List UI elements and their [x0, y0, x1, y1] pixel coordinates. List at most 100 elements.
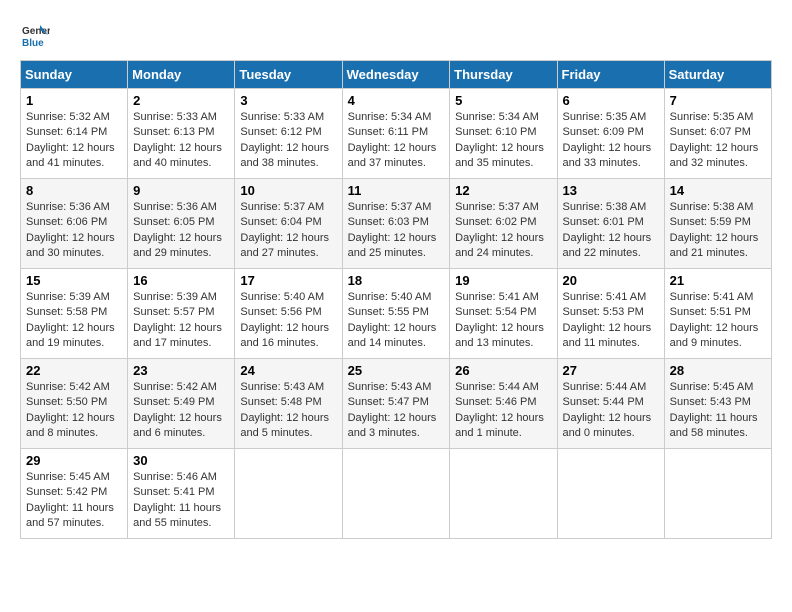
day-number: 13	[563, 183, 659, 198]
calendar-cell: 6 Sunrise: 5:35 AM Sunset: 6:09 PM Dayli…	[557, 89, 664, 179]
sunrise-label: Sunrise: 5:38 AM	[563, 201, 647, 213]
sunset-label: Sunset: 5:48 PM	[240, 396, 321, 408]
sunset-label: Sunset: 6:07 PM	[670, 126, 751, 138]
daylight-label: Daylight: 12 hours and 16 minutes.	[240, 322, 329, 349]
day-number: 10	[240, 183, 336, 198]
day-number: 24	[240, 363, 336, 378]
sunrise-label: Sunrise: 5:37 AM	[348, 201, 432, 213]
day-number: 9	[133, 183, 229, 198]
daylight-label: Daylight: 12 hours and 40 minutes.	[133, 142, 222, 169]
sunset-label: Sunset: 5:54 PM	[455, 306, 536, 318]
day-number: 19	[455, 273, 551, 288]
daylight-label: Daylight: 12 hours and 6 minutes.	[133, 412, 222, 439]
sunrise-label: Sunrise: 5:34 AM	[348, 111, 432, 123]
weekday-header-sunday: Sunday	[21, 61, 128, 89]
day-info: Sunrise: 5:40 AM Sunset: 5:56 PM Dayligh…	[240, 290, 336, 352]
daylight-label: Daylight: 12 hours and 24 minutes.	[455, 232, 544, 259]
day-number: 14	[670, 183, 766, 198]
daylight-label: Daylight: 12 hours and 41 minutes.	[26, 142, 115, 169]
sunrise-label: Sunrise: 5:40 AM	[240, 291, 324, 303]
calendar-cell: 3 Sunrise: 5:33 AM Sunset: 6:12 PM Dayli…	[235, 89, 342, 179]
sunrise-label: Sunrise: 5:35 AM	[670, 111, 754, 123]
daylight-label: Daylight: 12 hours and 3 minutes.	[348, 412, 437, 439]
sunset-label: Sunset: 5:42 PM	[26, 486, 107, 498]
calendar-week-2: 8 Sunrise: 5:36 AM Sunset: 6:06 PM Dayli…	[21, 179, 772, 269]
calendar-cell: 22 Sunrise: 5:42 AM Sunset: 5:50 PM Dayl…	[21, 359, 128, 449]
day-info: Sunrise: 5:46 AM Sunset: 5:41 PM Dayligh…	[133, 470, 229, 532]
day-info: Sunrise: 5:33 AM Sunset: 6:13 PM Dayligh…	[133, 110, 229, 172]
calendar-cell: 30 Sunrise: 5:46 AM Sunset: 5:41 PM Dayl…	[128, 449, 235, 539]
calendar-cell: 25 Sunrise: 5:43 AM Sunset: 5:47 PM Dayl…	[342, 359, 450, 449]
calendar-cell: 5 Sunrise: 5:34 AM Sunset: 6:10 PM Dayli…	[450, 89, 557, 179]
sunrise-label: Sunrise: 5:44 AM	[563, 381, 647, 393]
day-number: 15	[26, 273, 122, 288]
day-number: 7	[670, 93, 766, 108]
calendar-table: SundayMondayTuesdayWednesdayThursdayFrid…	[20, 60, 772, 539]
calendar-cell: 1 Sunrise: 5:32 AM Sunset: 6:14 PM Dayli…	[21, 89, 128, 179]
sunrise-label: Sunrise: 5:33 AM	[133, 111, 217, 123]
sunset-label: Sunset: 6:01 PM	[563, 216, 644, 228]
calendar-cell: 13 Sunrise: 5:38 AM Sunset: 6:01 PM Dayl…	[557, 179, 664, 269]
daylight-label: Daylight: 11 hours and 57 minutes.	[26, 502, 114, 529]
day-number: 17	[240, 273, 336, 288]
calendar-cell	[557, 449, 664, 539]
day-info: Sunrise: 5:36 AM Sunset: 6:05 PM Dayligh…	[133, 200, 229, 262]
sunrise-label: Sunrise: 5:45 AM	[670, 381, 754, 393]
sunrise-label: Sunrise: 5:41 AM	[455, 291, 539, 303]
calendar-cell	[664, 449, 771, 539]
calendar-cell: 17 Sunrise: 5:40 AM Sunset: 5:56 PM Dayl…	[235, 269, 342, 359]
sunset-label: Sunset: 5:56 PM	[240, 306, 321, 318]
sunset-label: Sunset: 6:09 PM	[563, 126, 644, 138]
calendar-cell: 26 Sunrise: 5:44 AM Sunset: 5:46 PM Dayl…	[450, 359, 557, 449]
weekday-header-tuesday: Tuesday	[235, 61, 342, 89]
daylight-label: Daylight: 12 hours and 35 minutes.	[455, 142, 544, 169]
day-number: 12	[455, 183, 551, 198]
calendar-cell: 24 Sunrise: 5:43 AM Sunset: 5:48 PM Dayl…	[235, 359, 342, 449]
day-info: Sunrise: 5:33 AM Sunset: 6:12 PM Dayligh…	[240, 110, 336, 172]
sunset-label: Sunset: 5:46 PM	[455, 396, 536, 408]
sunrise-label: Sunrise: 5:39 AM	[133, 291, 217, 303]
day-info: Sunrise: 5:32 AM Sunset: 6:14 PM Dayligh…	[26, 110, 122, 172]
weekday-header-saturday: Saturday	[664, 61, 771, 89]
day-info: Sunrise: 5:42 AM Sunset: 5:49 PM Dayligh…	[133, 380, 229, 442]
day-number: 20	[563, 273, 659, 288]
calendar-week-4: 22 Sunrise: 5:42 AM Sunset: 5:50 PM Dayl…	[21, 359, 772, 449]
sunset-label: Sunset: 5:51 PM	[670, 306, 751, 318]
day-number: 18	[348, 273, 445, 288]
daylight-label: Daylight: 12 hours and 22 minutes.	[563, 232, 652, 259]
calendar-cell: 23 Sunrise: 5:42 AM Sunset: 5:49 PM Dayl…	[128, 359, 235, 449]
sunset-label: Sunset: 6:03 PM	[348, 216, 429, 228]
day-number: 27	[563, 363, 659, 378]
sunrise-label: Sunrise: 5:41 AM	[670, 291, 754, 303]
day-info: Sunrise: 5:37 AM Sunset: 6:03 PM Dayligh…	[348, 200, 445, 262]
day-number: 3	[240, 93, 336, 108]
day-number: 28	[670, 363, 766, 378]
daylight-label: Daylight: 11 hours and 55 minutes.	[133, 502, 221, 529]
day-number: 2	[133, 93, 229, 108]
day-number: 30	[133, 453, 229, 468]
calendar-cell: 9 Sunrise: 5:36 AM Sunset: 6:05 PM Dayli…	[128, 179, 235, 269]
calendar-cell	[235, 449, 342, 539]
daylight-label: Daylight: 12 hours and 33 minutes.	[563, 142, 652, 169]
svg-text:General: General	[22, 26, 50, 37]
weekday-header-monday: Monday	[128, 61, 235, 89]
page-header: General Blue	[20, 20, 772, 50]
sunset-label: Sunset: 6:11 PM	[348, 126, 429, 138]
calendar-cell: 15 Sunrise: 5:39 AM Sunset: 5:58 PM Dayl…	[21, 269, 128, 359]
daylight-label: Daylight: 12 hours and 38 minutes.	[240, 142, 329, 169]
sunrise-label: Sunrise: 5:46 AM	[133, 471, 217, 483]
sunrise-label: Sunrise: 5:36 AM	[133, 201, 217, 213]
day-number: 29	[26, 453, 122, 468]
sunrise-label: Sunrise: 5:37 AM	[455, 201, 539, 213]
day-info: Sunrise: 5:44 AM Sunset: 5:44 PM Dayligh…	[563, 380, 659, 442]
calendar-cell: 8 Sunrise: 5:36 AM Sunset: 6:06 PM Dayli…	[21, 179, 128, 269]
day-number: 8	[26, 183, 122, 198]
calendar-cell: 11 Sunrise: 5:37 AM Sunset: 6:03 PM Dayl…	[342, 179, 450, 269]
daylight-label: Daylight: 12 hours and 37 minutes.	[348, 142, 437, 169]
day-info: Sunrise: 5:44 AM Sunset: 5:46 PM Dayligh…	[455, 380, 551, 442]
calendar-cell: 12 Sunrise: 5:37 AM Sunset: 6:02 PM Dayl…	[450, 179, 557, 269]
calendar-cell: 10 Sunrise: 5:37 AM Sunset: 6:04 PM Dayl…	[235, 179, 342, 269]
daylight-label: Daylight: 12 hours and 8 minutes.	[26, 412, 115, 439]
day-info: Sunrise: 5:41 AM Sunset: 5:53 PM Dayligh…	[563, 290, 659, 352]
day-info: Sunrise: 5:37 AM Sunset: 6:04 PM Dayligh…	[240, 200, 336, 262]
